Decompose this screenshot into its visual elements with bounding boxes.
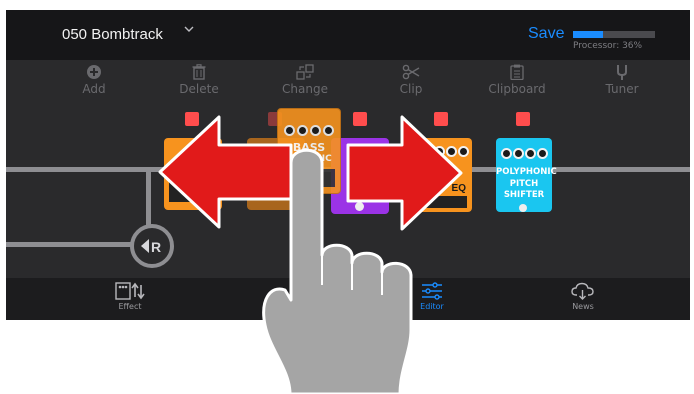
- add-label: Add: [82, 82, 106, 96]
- tab-editor[interactable]: Editor: [392, 282, 472, 311]
- change-label: Change: [282, 82, 328, 96]
- tuner-button[interactable]: Tuner: [582, 64, 662, 96]
- sliders-icon: [422, 282, 442, 300]
- pedal-led[interactable]: [353, 112, 367, 126]
- delete-label: Delete: [179, 82, 219, 96]
- pedal-led[interactable]: [516, 112, 530, 126]
- tuning-fork-icon: [617, 65, 627, 80]
- tab-bar: Effect Editor News: [6, 278, 690, 320]
- pedal-orange-left[interactable]: [164, 138, 222, 210]
- pedal-label-pitch: PITCH: [509, 179, 539, 189]
- clipboard-label: Clipboard: [488, 82, 546, 96]
- add-button[interactable]: Add: [54, 64, 134, 96]
- return-icon: R: [141, 239, 161, 255]
- add-icon: [87, 65, 101, 79]
- pedal-label-polyphonic: POLYPHONIC: [496, 167, 557, 177]
- pedal-orange-eq[interactable]: EQ: [416, 138, 472, 212]
- preset-name[interactable]: 050 Bombtrack: [62, 26, 163, 43]
- change-button[interactable]: Change: [265, 64, 345, 96]
- processor-meter-fill: [573, 31, 603, 38]
- tab-news-label: News: [572, 302, 594, 311]
- pedal-label: EQ: [451, 183, 466, 194]
- effect-icon: [115, 282, 145, 300]
- clip-label: Clip: [399, 82, 423, 96]
- tab-editor-label: Editor: [420, 302, 444, 311]
- edit-toolbar: Add Delete Change Clip Clipboard Tuner: [6, 60, 690, 108]
- processor-meter: [573, 31, 655, 38]
- chevron-down-icon[interactable]: [184, 24, 194, 34]
- svg-text:R: R: [151, 239, 161, 255]
- return-node[interactable]: R: [130, 224, 174, 268]
- tab-effect-label: Effect: [118, 302, 142, 311]
- signal-chain-canvas[interactable]: R BA APH B O OMP EQ POLYPHONIC PITCH SHI…: [6, 108, 690, 278]
- processor-label: Processor: 36%: [573, 41, 643, 51]
- pedal-led[interactable]: [185, 112, 199, 126]
- delete-button[interactable]: Delete: [159, 64, 239, 96]
- pedal-polyphonic-pitch-shifter[interactable]: POLYPHONIC PITCH SHIFTER: [496, 138, 557, 212]
- tab-news[interactable]: News: [543, 282, 623, 311]
- pedal-led[interactable]: [434, 112, 448, 126]
- trash-icon: [192, 64, 206, 80]
- clipboard-button[interactable]: Clipboard: [477, 64, 557, 96]
- tab-effect[interactable]: Effect: [90, 282, 170, 311]
- clip-button[interactable]: Clip: [371, 64, 451, 96]
- clipboard-icon: [510, 64, 524, 80]
- pedal-label-bass: BASS: [292, 141, 326, 154]
- app-window: 050 Bombtrack Save Processor: 36% Add De…: [6, 10, 690, 320]
- save-button[interactable]: Save: [528, 25, 564, 43]
- scissors-icon: [402, 64, 420, 80]
- change-icon: [296, 64, 314, 80]
- cloud-download-icon: [571, 282, 594, 300]
- chain-line-return: [6, 242, 134, 247]
- tuner-label: Tuner: [605, 82, 639, 96]
- top-bar: 050 Bombtrack Save Processor: 36%: [6, 10, 690, 60]
- pedal-bass-graphic-eq-dragging[interactable]: BASS GRAPHIC EQ: [277, 108, 341, 194]
- pedal-label-shifter: SHIFTER: [503, 190, 545, 200]
